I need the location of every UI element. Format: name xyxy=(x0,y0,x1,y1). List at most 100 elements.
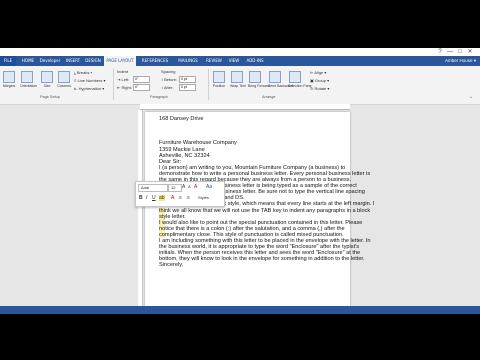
bring-forward-button[interactable]: Bring Forward xyxy=(248,69,270,93)
group-label-page-setup: Page Setup xyxy=(40,95,60,99)
horizontal-ruler[interactable] xyxy=(140,104,350,110)
help-button[interactable]: ? xyxy=(436,49,444,55)
indent-title: Indent xyxy=(117,69,129,74)
document-line: complimentary close. This style of punct… xyxy=(159,231,344,238)
text-effects-icon[interactable]: A xyxy=(194,184,197,190)
wrap-text-icon xyxy=(231,71,243,83)
document-line: Asheville, NC 32324 xyxy=(159,152,210,159)
highlight-color-button[interactable]: ab xyxy=(159,195,165,201)
bring-forward-icon xyxy=(249,71,261,83)
tab-references[interactable]: REFERENCES xyxy=(138,56,172,66)
tab-page-layout[interactable]: PAGE LAYOUT xyxy=(104,56,136,66)
shrink-font-icon[interactable]: A xyxy=(188,184,191,190)
spacing-before-label-text: Before: xyxy=(164,77,178,82)
tab-mailings[interactable]: MAILINGS xyxy=(174,56,202,66)
position-icon xyxy=(213,71,225,83)
wrap-text-button[interactable]: Wrap Text xyxy=(230,69,246,93)
margins-button[interactable]: Margins xyxy=(2,69,16,93)
tab-home[interactable]: HOME xyxy=(20,56,36,66)
send-backward-button[interactable]: Send Backward xyxy=(268,69,293,93)
collapse-ribbon-icon[interactable]: ^ xyxy=(470,95,472,100)
rotate-label: Rotate xyxy=(314,86,327,91)
orientation-button[interactable]: Orientation xyxy=(20,69,37,93)
font-color-button[interactable]: A xyxy=(171,195,174,201)
indent-right-label-text: Right: xyxy=(121,85,132,90)
spacing-after-label-text: After: xyxy=(163,85,174,90)
bold-button[interactable]: B xyxy=(139,195,143,201)
group-label: Group xyxy=(314,78,327,83)
breaks-button[interactable]: ⤓ Breaks ▾ xyxy=(74,70,92,75)
position-button[interactable]: Position xyxy=(212,69,226,93)
user-name: Amber House xyxy=(444,58,473,63)
font-name-select[interactable]: Arial xyxy=(138,184,168,192)
ribbon-tab-bar: FILE HOME Developer INSERT DESIGN PAGE L… xyxy=(0,56,480,66)
document-line: think we all know that we will not use t… xyxy=(159,207,371,214)
mini-toolbar: Arial 12 A A A Aa B I U ab A ≡ ≡ Styles xyxy=(135,181,225,207)
selection-pane-icon xyxy=(289,71,301,83)
underline-button[interactable]: U xyxy=(152,195,156,201)
document-line: I would also like to point out the speci… xyxy=(159,219,363,226)
spacing-before-label: ↕ Before: xyxy=(161,77,177,82)
send-backward-icon xyxy=(269,71,281,83)
spacing-after-input[interactable]: 0 pt xyxy=(179,84,196,91)
indent-left-input[interactable]: 0" xyxy=(133,76,150,83)
status-bar xyxy=(0,306,480,314)
tab-design[interactable]: DESIGN xyxy=(84,56,102,66)
maximize-button[interactable]: □ xyxy=(456,49,464,55)
bullets-button[interactable]: ≡ xyxy=(179,195,182,201)
tab-view[interactable]: VIEW xyxy=(226,56,242,66)
indent-right-input[interactable]: 0" xyxy=(133,84,150,91)
tab-developer[interactable]: Developer xyxy=(38,56,62,66)
group-label-arrange: Arrange xyxy=(262,95,276,99)
align-label: Align xyxy=(314,70,324,75)
tab-insert[interactable]: INSERT xyxy=(64,56,82,66)
orientation-icon xyxy=(21,71,33,83)
hyphenation-button[interactable]: b- Hyphenation ▾ xyxy=(74,86,104,91)
indent-left-label: ⇥ Left: xyxy=(117,77,129,82)
numbering-button[interactable]: ≡ xyxy=(187,195,190,201)
document-page[interactable]: 168 Dansey Drive Furniture Warehouse Comp… xyxy=(145,112,374,314)
size-button[interactable]: Size xyxy=(40,69,54,93)
size-icon xyxy=(41,71,53,83)
italic-button[interactable]: I xyxy=(146,195,147,201)
line-numbers-button[interactable]: ≡ Line Numbers ▾ xyxy=(74,78,105,83)
selection-pane-label: Selection Pane xyxy=(288,84,312,88)
ribbon-page-layout: Margins Orientation Size Columns ⤓ Break… xyxy=(0,66,480,105)
minimize-button[interactable]: — xyxy=(446,49,454,55)
user-account[interactable]: Amber House ▾ xyxy=(445,56,476,66)
line-numbers-label: Line Numbers xyxy=(77,78,103,83)
font-size-select[interactable]: 12 xyxy=(168,184,182,192)
account-chevron-icon: ▾ xyxy=(473,58,476,63)
columns-button[interactable]: Columns xyxy=(57,69,71,93)
bring-forward-label: Bring Forward xyxy=(248,84,270,88)
document-line: style letter. xyxy=(159,213,186,220)
close-button[interactable]: ✕ xyxy=(466,49,474,55)
document-line: Sincerely, xyxy=(159,262,184,269)
group-separator xyxy=(113,69,114,100)
position-label: Position xyxy=(212,84,226,88)
align-button[interactable]: ⊨ Align ▾ xyxy=(310,70,326,75)
spacing-before-input[interactable]: 0 pt xyxy=(179,76,196,83)
document-line: notice that there is a colon (:) after t… xyxy=(159,225,345,232)
document-line: Furniture Warehouse Company xyxy=(159,140,237,147)
document-line: bottom, they will know to look in the en… xyxy=(159,256,365,263)
document-line: 1359 Mackie Lane xyxy=(159,146,205,153)
grow-font-icon[interactable]: A xyxy=(182,184,185,190)
margins-label: Margins xyxy=(2,84,16,88)
styles-button[interactable]: Styles xyxy=(198,195,209,201)
word-window: ? — □ ✕ FILE HOME Developer INSERT DESIG… xyxy=(0,48,480,314)
styles-pane-icon[interactable]: Aa xyxy=(206,184,212,190)
columns-label: Columns xyxy=(57,84,71,88)
tab-add-ins[interactable]: ADD-INS xyxy=(244,56,266,66)
document-line: the business world, it is appropriate to… xyxy=(159,244,359,251)
tab-review[interactable]: REVIEW xyxy=(204,56,224,66)
document-line: I (a person) am writing to you, Mountain… xyxy=(159,164,346,171)
breaks-label: Breaks xyxy=(76,70,90,75)
send-backward-label: Send Backward xyxy=(268,84,293,88)
hyphenation-label: Hyphenation xyxy=(78,86,102,91)
tab-file[interactable]: FILE xyxy=(0,56,16,66)
selection-pane-button[interactable]: Selection Pane xyxy=(288,69,312,93)
indent-left-label-text: Left: xyxy=(121,77,130,82)
group-button[interactable]: ▣ Group ▾ xyxy=(310,78,329,83)
rotate-button[interactable]: ↻ Rotate ▾ xyxy=(310,86,329,91)
